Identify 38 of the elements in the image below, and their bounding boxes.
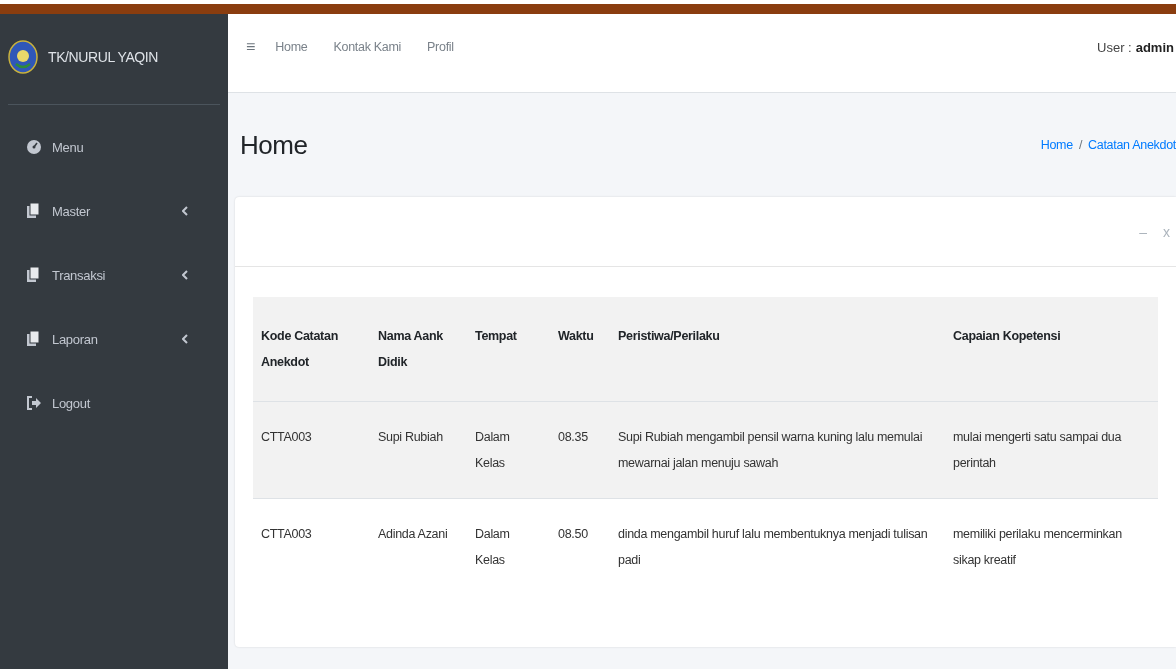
gauge-icon <box>26 139 42 155</box>
table-cell: Dalam Kelas <box>467 401 550 499</box>
table-cell: CTTA003 <box>253 401 370 499</box>
menu-button[interactable]: ≡ <box>246 38 256 56</box>
column-header: Kode Catatan Anekdot <box>253 297 370 402</box>
chevron-left-icon <box>182 270 188 280</box>
sidebar-item[interactable]: Laporan <box>26 307 228 371</box>
breadcrumb-link[interactable]: Home <box>1040 138 1073 152</box>
chevron-left-icon <box>182 206 188 216</box>
close-button[interactable]: x <box>1159 221 1174 242</box>
user-label: User : <box>1097 39 1132 55</box>
logout-icon <box>26 395 42 411</box>
sidebar-item[interactable]: Menu <box>26 115 228 179</box>
table-cell: Supi Rubiah mengambil pensil warna kuning lalu memulai mewarnai jalan menuju sawah <box>610 401 945 499</box>
column-header: Nama Aank Didik <box>370 297 467 402</box>
nav-link[interactable]: Profil <box>427 40 454 54</box>
sidebar-item[interactable]: Master <box>26 179 228 243</box>
chevron-left-icon <box>182 334 188 344</box>
sidebar-item[interactable]: Logout <box>26 371 228 435</box>
column-header: Tempat <box>467 297 550 402</box>
brand-title: TK/NURUL YAQIN <box>48 49 159 65</box>
column-header: Capaian Kopetensi <box>945 297 1158 402</box>
nav-link[interactable]: Home <box>275 40 308 54</box>
documents-icon <box>26 203 42 219</box>
table-cell: mulai mengerti satu sampai dua perintah <box>945 401 1158 499</box>
breadcrumb-link[interactable]: Catatan Anekdot <box>1088 138 1176 152</box>
column-header: Waktu <box>550 297 610 402</box>
breadcrumb-separator: / <box>1078 138 1083 152</box>
documents-icon <box>26 331 42 347</box>
table-cell: 08.35 <box>550 401 610 499</box>
logo-icon <box>8 40 38 74</box>
user-name: admin <box>1135 39 1175 55</box>
nav-link[interactable]: Kontak Kami <box>333 40 402 54</box>
table-cell: Supi Rubiah <box>370 401 467 499</box>
column-header: Peristiwa/Perilaku <box>610 297 945 402</box>
documents-icon <box>26 267 42 283</box>
page-title: Home <box>240 129 308 161</box>
sidebar-item[interactable]: Transaksi <box>26 243 228 307</box>
